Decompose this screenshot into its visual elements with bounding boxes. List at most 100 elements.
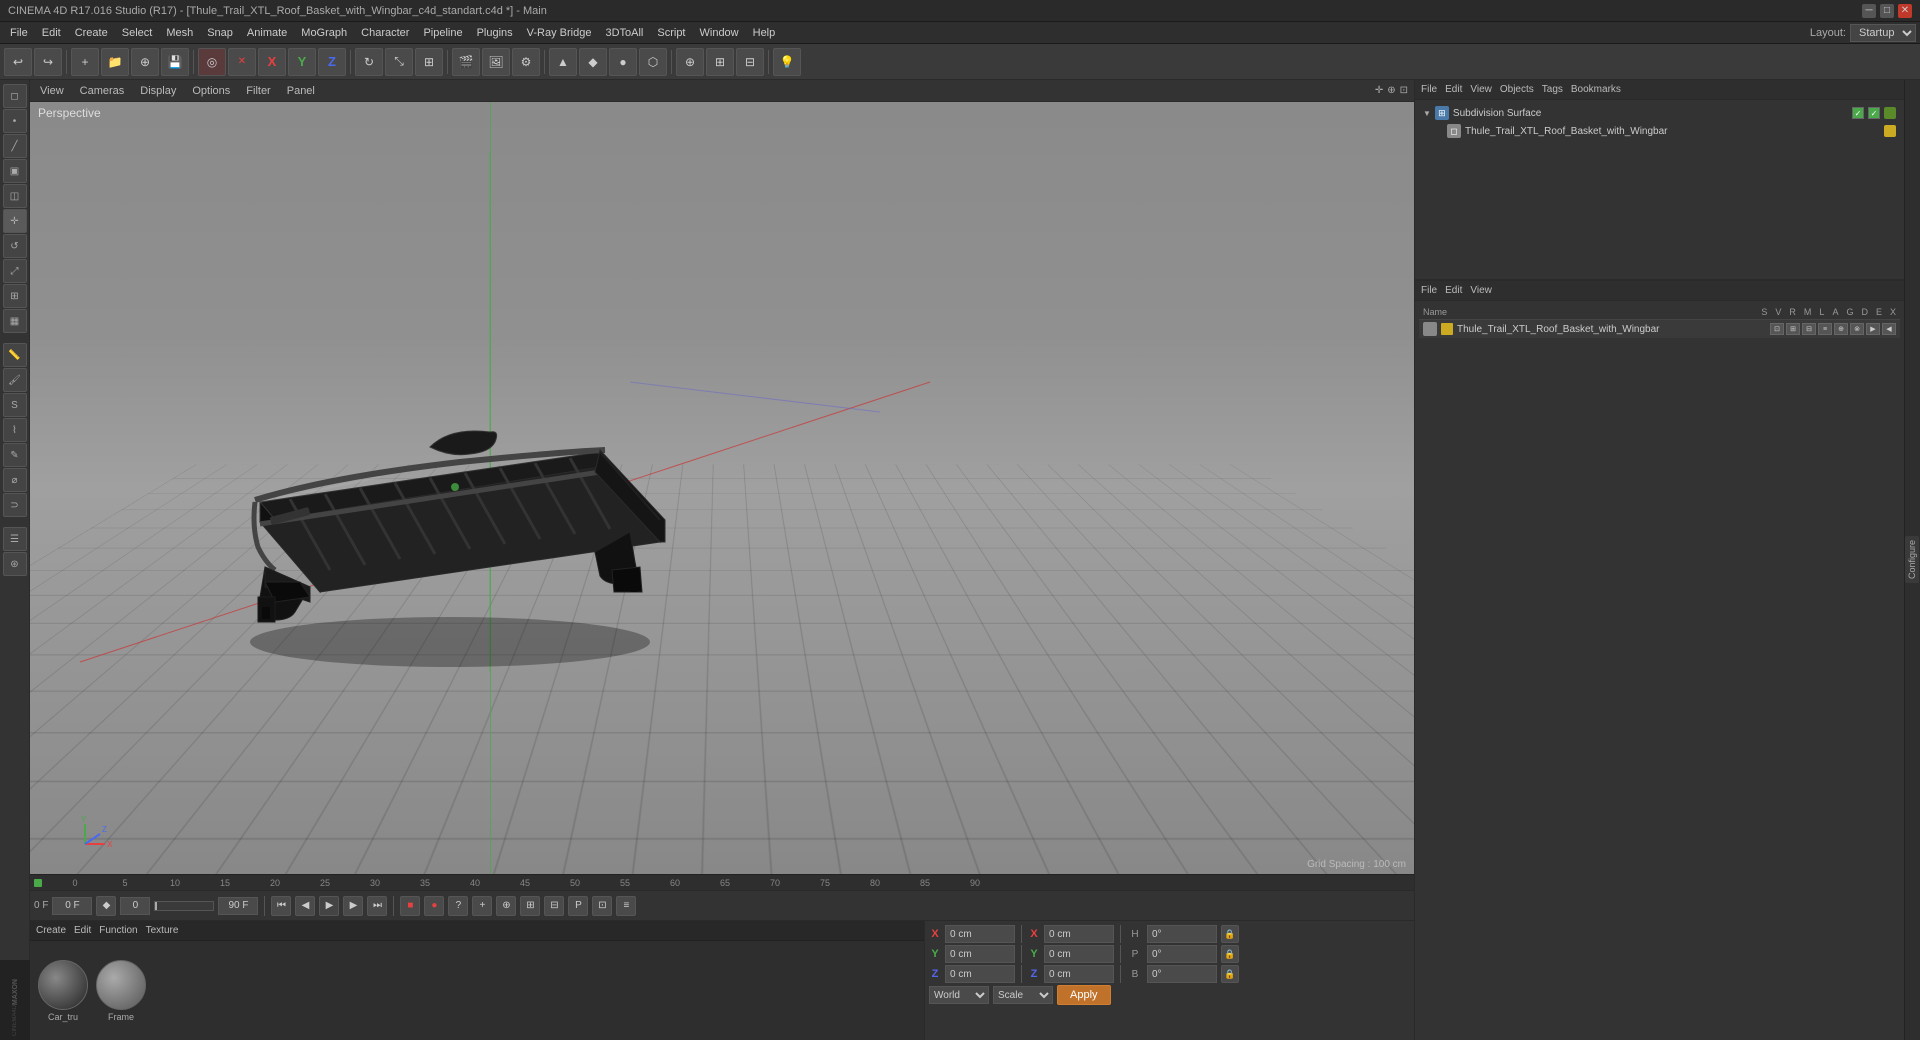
sidebar-sculpt[interactable]: S (3, 393, 27, 417)
attr-icon-2[interactable]: ⊞ (1786, 323, 1800, 335)
coord-x-pos-input[interactable] (945, 925, 1015, 943)
sidebar-fx[interactable]: ⊛ (3, 552, 27, 576)
coord-scale-dropdown[interactable]: Scale Size (993, 986, 1053, 1004)
timeline-settings-3[interactable]: ⊟ (544, 896, 564, 916)
maximize-button[interactable]: □ (1880, 4, 1894, 18)
stop-button[interactable]: ■ (400, 896, 420, 916)
point-tool[interactable]: ● (609, 48, 637, 76)
material-car-true[interactable]: Car_tru (38, 960, 88, 1022)
transform-tool[interactable]: ⊞ (415, 48, 443, 76)
om-menu-tags[interactable]: Tags (1542, 84, 1563, 95)
menu-3dtoall[interactable]: 3DToAll (599, 25, 649, 41)
mat-menu-edit[interactable]: Edit (74, 925, 91, 936)
viewport-icon-maximize[interactable]: ⊡ (1400, 85, 1408, 96)
play-button[interactable]: ▶ (319, 896, 339, 916)
edge-tool[interactable]: ◆ (579, 48, 607, 76)
coord-y-size-input[interactable] (1044, 945, 1114, 963)
light-button[interactable]: 💡 (773, 48, 801, 76)
menu-script[interactable]: Script (651, 25, 691, 41)
timeline[interactable]: 0 5 10 15 20 25 30 35 40 45 50 55 60 65 … (30, 874, 1414, 890)
timeline-position-marker[interactable] (34, 879, 42, 887)
sidebar-spline[interactable]: ⌇ (3, 418, 27, 442)
viewport-canvas[interactable]: Perspective X Y Z Grid Spacing : 100 cm (30, 102, 1414, 874)
timeline-settings-2[interactable]: ⊞ (520, 896, 540, 916)
keyframe-button[interactable]: ◆ (96, 896, 116, 916)
coord-lock-x[interactable]: 🔒 (1221, 925, 1239, 943)
coord-lock-y[interactable]: 🔒 (1221, 945, 1239, 963)
timeline-settings-4[interactable]: P (568, 896, 588, 916)
coord-b-input[interactable] (1147, 965, 1217, 983)
coord-x-size-input[interactable] (1044, 925, 1114, 943)
om-row-subdivision[interactable]: ▼ ⊞ Subdivision Surface ✓ ✓ (1419, 104, 1900, 122)
menu-vray[interactable]: V-Ray Bridge (521, 25, 598, 41)
scale-tool[interactable]: ⤡ (385, 48, 413, 76)
save-button[interactable]: 💾 (161, 48, 189, 76)
viewport-menu-display[interactable]: Display (136, 84, 180, 98)
menu-mesh[interactable]: Mesh (160, 25, 199, 41)
end-frame-input[interactable] (218, 897, 258, 915)
mat-menu-texture[interactable]: Texture (146, 925, 179, 936)
sidebar-move-tool[interactable]: ✛ (3, 209, 27, 233)
sidebar-layers[interactable]: ☰ (3, 527, 27, 551)
sidebar-texture-mode[interactable]: ◫ (3, 184, 27, 208)
menu-plugins[interactable]: Plugins (471, 25, 519, 41)
undo-button[interactable]: ↩ (4, 48, 32, 76)
menu-animate[interactable]: Animate (241, 25, 293, 41)
mat-menu-create[interactable]: Create (36, 925, 66, 936)
sidebar-object-mode[interactable]: ◻ (3, 84, 27, 108)
sidebar-knife[interactable]: ⌀ (3, 468, 27, 492)
axis-x-button[interactable]: X (258, 48, 286, 76)
coord-p-input[interactable] (1147, 945, 1217, 963)
menu-mograph[interactable]: MoGraph (295, 25, 353, 41)
menu-create[interactable]: Create (69, 25, 114, 41)
attr-menu-file[interactable]: File (1421, 285, 1437, 296)
select-tool[interactable]: ◎ (198, 48, 226, 76)
attr-icon-6[interactable]: ⊗ (1850, 323, 1864, 335)
sidebar-scale-tool[interactable]: ⤢ (3, 259, 27, 283)
mat-menu-function[interactable]: Function (99, 925, 137, 936)
render-settings[interactable]: ⚙ (512, 48, 540, 76)
viewport-menu-filter[interactable]: Filter (242, 84, 274, 98)
motion-path[interactable]: + (472, 896, 492, 916)
snap-button[interactable]: ⊕ (676, 48, 704, 76)
goto-end-button[interactable]: ⏭ (367, 896, 387, 916)
object-tool[interactable]: ⬡ (639, 48, 667, 76)
goto-start-button[interactable]: ⏮ (271, 896, 291, 916)
prev-frame-button[interactable]: ◀ (295, 896, 315, 916)
menu-pipeline[interactable]: Pipeline (417, 25, 468, 41)
viewport-menu-options[interactable]: Options (188, 84, 234, 98)
grid-button[interactable]: ⊟ (736, 48, 764, 76)
sidebar-point-mode[interactable]: • (3, 109, 27, 133)
minimize-button[interactable]: ─ (1862, 4, 1876, 18)
apply-button[interactable]: Apply (1057, 985, 1111, 1005)
sidebar-magnet[interactable]: ⊃ (3, 493, 27, 517)
attr-menu-edit[interactable]: Edit (1445, 285, 1462, 296)
close-button[interactable]: ✕ (1898, 4, 1912, 18)
om-menu-file[interactable]: File (1421, 84, 1437, 95)
menu-help[interactable]: Help (747, 25, 782, 41)
new-button[interactable]: + (71, 48, 99, 76)
menu-character[interactable]: Character (355, 25, 415, 41)
menu-snap[interactable]: Snap (201, 25, 239, 41)
viewport-menu-cameras[interactable]: Cameras (76, 84, 129, 98)
viewport-icon-move[interactable]: ✛ (1375, 85, 1383, 96)
viewport-menu-view[interactable]: View (36, 84, 68, 98)
material-frame[interactable]: Frame (96, 960, 146, 1022)
open-button[interactable]: 📁 (101, 48, 129, 76)
attr-menu-view[interactable]: View (1470, 285, 1492, 296)
render-to-picture[interactable]: 🖼 (482, 48, 510, 76)
coord-h-input[interactable] (1147, 925, 1217, 943)
attr-icon-8[interactable]: ◀ (1882, 323, 1896, 335)
om-menu-edit[interactable]: Edit (1445, 84, 1462, 95)
layout-dropdown[interactable]: Startup (1850, 24, 1916, 42)
om-check-subdiv-1[interactable]: ✓ (1852, 107, 1864, 119)
redo-button[interactable]: ↪ (34, 48, 62, 76)
attr-icon-7[interactable]: ▶ (1866, 323, 1880, 335)
viewport-icon-orient[interactable]: ⊕ (1387, 85, 1395, 96)
next-frame-button[interactable]: ▶ (343, 896, 363, 916)
om-menu-objects[interactable]: Objects (1500, 84, 1534, 95)
timeline-settings-1[interactable]: ⊕ (496, 896, 516, 916)
menu-window[interactable]: Window (694, 25, 745, 41)
sidebar-poly-pen[interactable]: ✎ (3, 443, 27, 467)
coord-world-dropdown[interactable]: World Object (929, 986, 989, 1004)
